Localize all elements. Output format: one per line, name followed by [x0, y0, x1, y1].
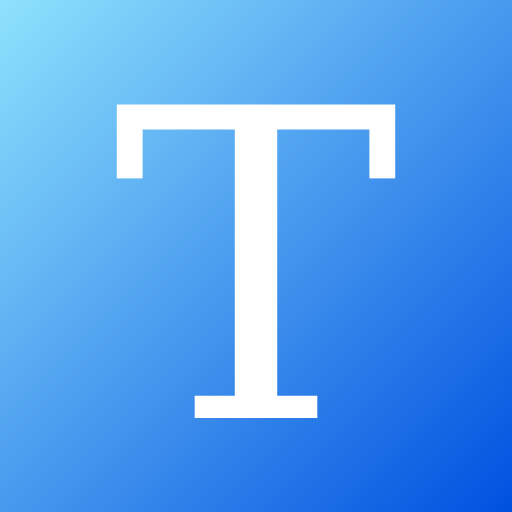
app-icon[interactable]: T	[0, 0, 512, 512]
letter-t-glyph: T	[113, 20, 402, 512]
app-icon-graphic: T	[0, 0, 512, 512]
